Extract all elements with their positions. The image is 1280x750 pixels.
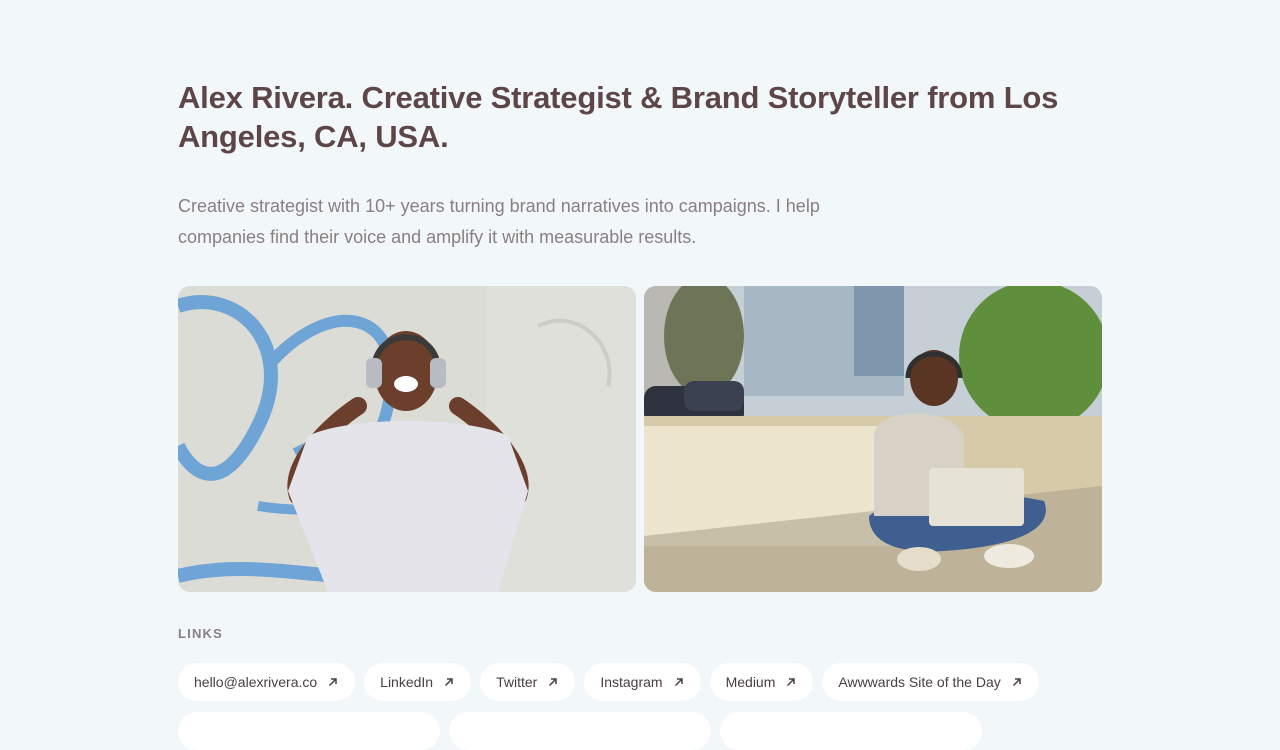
photo-woman-laptop-street	[644, 286, 1102, 592]
link-instagram[interactable]: Instagram	[584, 663, 701, 701]
page-title: Alex Rivera. Creative Strategist & Brand…	[178, 80, 1059, 154]
link-twitter[interactable]: Twitter	[480, 663, 576, 701]
profile-section: Alex Rivera. Creative Strategist & Brand…	[178, 78, 1102, 750]
arrow-up-right-icon	[445, 678, 453, 687]
link-label: Instagram	[600, 674, 663, 690]
intro-text: Creative strategist with 10+ years turni…	[178, 196, 820, 247]
link-pill-offscreen[interactable]	[449, 712, 711, 750]
link-email[interactable]: hello@alexrivera.co	[178, 663, 356, 701]
arrow-up-right-icon	[674, 678, 683, 687]
link-label: Awwwards Site of the Day	[838, 674, 1001, 690]
links-list: hello@alexrivera.co LinkedIn Twitter Ins…	[178, 663, 1138, 750]
photo-woman-headphones-wall	[178, 286, 636, 592]
arrow-up-right-icon	[329, 678, 337, 687]
link-label: hello@alexrivera.co	[194, 674, 318, 690]
arrow-up-right-icon	[787, 678, 796, 687]
link-pill-offscreen[interactable]	[178, 712, 440, 750]
link-label: Twitter	[496, 674, 538, 690]
link-label: LinkedIn	[380, 674, 434, 690]
links-section-title: LINKS	[178, 626, 223, 641]
link-label: Medium	[725, 674, 776, 690]
photo-gallery	[178, 286, 1102, 592]
arrow-up-right-icon	[1012, 678, 1021, 687]
link-linkedin[interactable]: LinkedIn	[364, 663, 472, 701]
arrow-up-right-icon	[549, 678, 558, 687]
link-pill-offscreen[interactable]	[720, 712, 982, 750]
link-awwwards[interactable]: Awwwards Site of the Day	[822, 663, 1039, 701]
link-medium[interactable]: Medium	[709, 663, 814, 701]
